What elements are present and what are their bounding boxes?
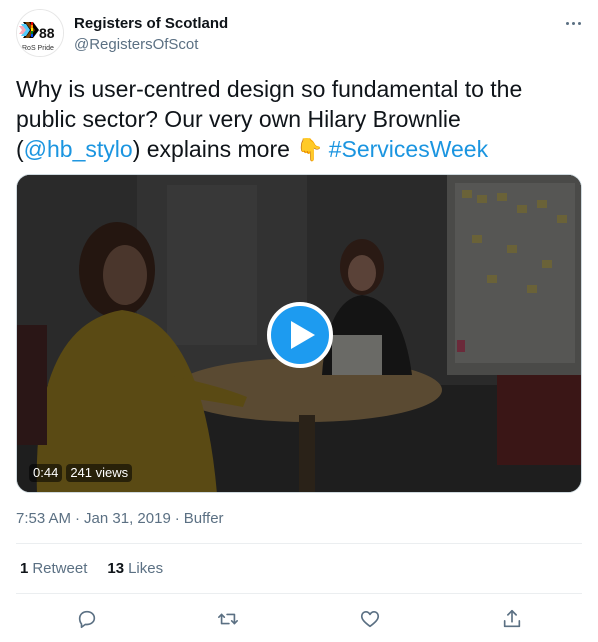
meta-separator: · — [75, 510, 81, 527]
tweet-text-part2: ) explains more — [132, 136, 297, 162]
hashtag-link[interactable]: #ServicesWeek — [329, 136, 488, 162]
ros-pride-logo: 88 RoS Pride — [17, 10, 63, 56]
retweet-icon[interactable] — [213, 604, 243, 634]
divider — [16, 593, 582, 594]
tweet-stats: 1 Retweet 13 Likes — [20, 560, 163, 578]
action-bar — [0, 604, 598, 634]
tweet-date[interactable]: Jan 31, 2019 — [84, 510, 171, 527]
likes-label: Likes — [128, 560, 164, 577]
reply-icon[interactable] — [72, 604, 102, 634]
play-button[interactable] — [267, 302, 333, 368]
play-icon — [290, 321, 315, 349]
like-icon[interactable] — [355, 604, 385, 634]
divider — [16, 543, 582, 544]
tweet-meta: 7:53 AM · Jan 31, 2019 · Buffer — [16, 510, 224, 528]
video-player[interactable]: 0:44 241 views — [16, 174, 582, 493]
more-icon[interactable] — [560, 12, 586, 34]
video-duration: 0:44 — [29, 464, 63, 482]
tweet-time[interactable]: 7:53 AM — [16, 510, 71, 527]
retweets-stat[interactable]: 1 Retweet — [20, 560, 87, 578]
video-views: 241 views — [66, 464, 133, 482]
mention-link[interactable]: @hb_stylo — [24, 136, 133, 162]
video-meta: 0:44 241 views — [29, 464, 133, 482]
account-name[interactable]: Registers of Scotland — [74, 15, 228, 33]
avatar-number: 88 — [39, 25, 55, 41]
likes-count: 13 — [107, 560, 125, 577]
retweets-count: 1 — [20, 560, 29, 577]
tweet-source[interactable]: Buffer — [184, 510, 224, 527]
avatar-caption: RoS Pride — [22, 45, 54, 52]
tweet-card: 88 RoS Pride Registers of Scotland @Regi… — [0, 0, 598, 642]
avatar[interactable]: 88 RoS Pride — [16, 9, 64, 57]
meta-separator: · — [174, 510, 180, 527]
account-handle[interactable]: @RegistersOfScot — [74, 36, 198, 54]
tweet-text: Why is user-centred design so fundamenta… — [16, 74, 586, 165]
share-icon[interactable] — [497, 604, 527, 634]
likes-stat[interactable]: 13 Likes — [107, 560, 163, 578]
pointing-down-emoji: 👇 — [296, 137, 324, 162]
retweets-label: Retweet — [32, 560, 88, 577]
